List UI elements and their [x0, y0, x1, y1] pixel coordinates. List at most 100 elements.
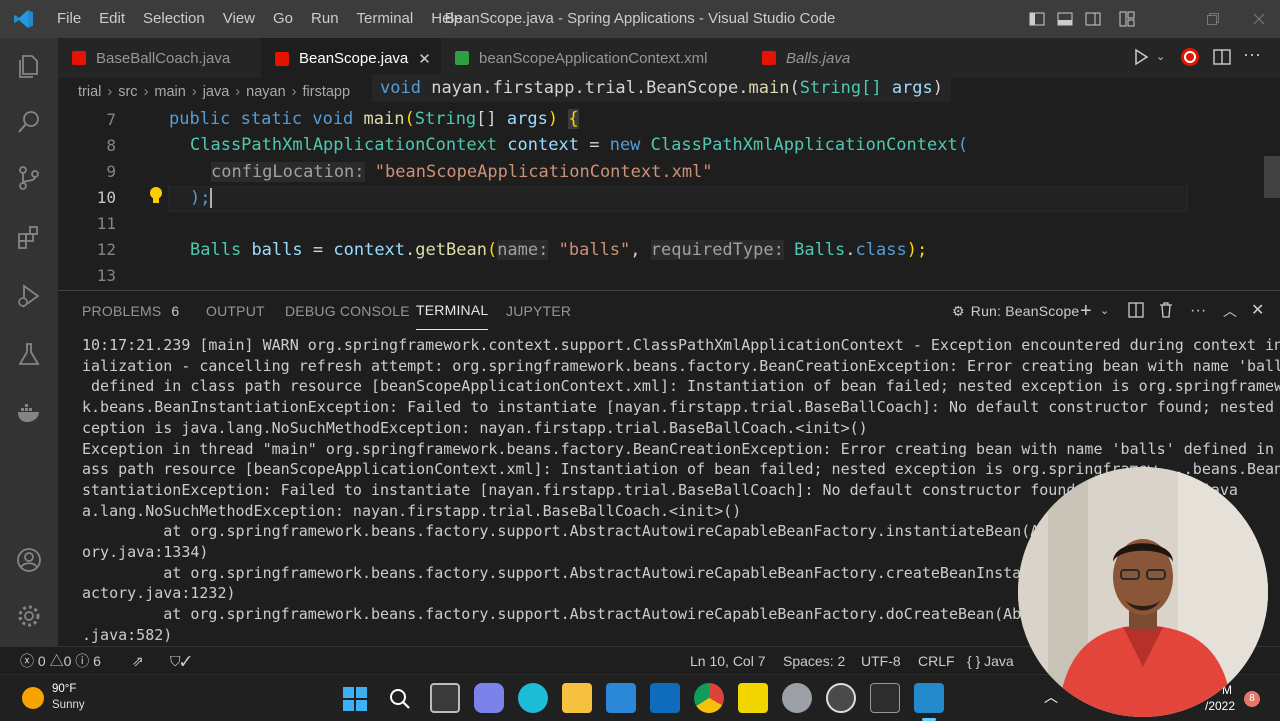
panel-more-actions-icon[interactable]: ···: [1190, 291, 1207, 331]
docker-icon[interactable]: [0, 388, 58, 436]
github-desktop-icon[interactable]: [826, 683, 856, 713]
end-of-line[interactable]: CRLF: [918, 647, 955, 675]
weather-condition[interactable]: Sunny: [52, 699, 85, 711]
file-explorer-icon[interactable]: [562, 683, 592, 713]
kill-terminal-trash-icon[interactable]: [1158, 302, 1174, 320]
menu-edit[interactable]: Edit: [90, 0, 134, 38]
run-dropdown-chevron-icon[interactable]: ⌄: [1156, 50, 1165, 63]
edge-browser-icon[interactable]: [518, 683, 548, 713]
source-control-icon[interactable]: [0, 154, 58, 202]
vscode-logo-icon: [0, 0, 48, 38]
warning-count: 0: [63, 653, 72, 669]
new-terminal-icon[interactable]: +: [1080, 291, 1092, 331]
lightbulb-icon[interactable]: [148, 186, 164, 211]
chrome-browser-icon[interactable]: [694, 683, 724, 713]
menu-view[interactable]: View: [214, 0, 264, 38]
problems-status[interactable]: ⓧ 0 △0 ⓘ 6: [20, 647, 101, 675]
task-view-icon[interactable]: [430, 683, 460, 713]
breadcrumb-item[interactable]: java: [203, 84, 230, 100]
customize-layout-icon[interactable]: [1112, 0, 1142, 38]
tab-debug-console[interactable]: DEBUG CONSOLE: [285, 291, 410, 331]
breadcrumb-item[interactable]: firstapp: [303, 84, 351, 100]
terminal-dropdown-chevron-icon[interactable]: ⌄: [1100, 291, 1109, 331]
tab-beanscope[interactable]: BeanScope.java ✕: [261, 38, 441, 78]
menu-help[interactable]: Help: [422, 0, 471, 38]
terminal-line: Exception in thread "main" org.springfra…: [82, 439, 1280, 458]
hover-signature-tooltip: void nayan.firstapp.trial.BeanScope.main…: [372, 74, 952, 102]
terminal-taskbar-icon[interactable]: [870, 683, 900, 713]
menu-terminal[interactable]: Terminal: [348, 0, 423, 38]
restore-icon[interactable]: [1190, 0, 1236, 38]
terminal-line: ialization - cancelling refresh attempt:…: [82, 356, 1280, 375]
cursor-position[interactable]: Ln 10, Col 7: [690, 647, 766, 675]
menu-go[interactable]: Go: [264, 0, 302, 38]
notification-badge[interactable]: 8: [1244, 691, 1260, 707]
code-line-10: );​: [190, 188, 213, 208]
explorer-icon[interactable]: [0, 42, 58, 90]
menu-selection[interactable]: Selection: [134, 0, 214, 38]
breadcrumb-item[interactable]: trial: [78, 84, 101, 100]
toggle-sidebar-icon[interactable]: [1022, 0, 1052, 38]
indentation[interactable]: Spaces: 2: [783, 647, 845, 675]
teams-chat-icon[interactable]: [474, 683, 504, 713]
terminal-line: ception is java.lang.NoSuchMethodExcepti…: [82, 418, 868, 437]
menu-file[interactable]: File: [48, 0, 90, 38]
settings-gear-icon[interactable]: [0, 592, 58, 640]
run-file-icon[interactable]: [1132, 48, 1150, 71]
encoding[interactable]: UTF-8: [861, 647, 901, 675]
stop-debug-icon[interactable]: [1180, 47, 1200, 72]
extensions-icon[interactable]: [0, 214, 58, 262]
search-taskbar-icon[interactable]: [388, 687, 412, 716]
account-icon[interactable]: [0, 536, 58, 584]
token: (: [957, 135, 968, 155]
tab-baseballcoach[interactable]: BaseBallCoach.java: [58, 38, 258, 78]
tab-terminal[interactable]: TERMINAL: [416, 291, 489, 330]
testing-icon[interactable]: [0, 330, 58, 378]
windows-start-icon[interactable]: [343, 687, 367, 716]
debug-gear-icon: ⚙: [952, 303, 965, 319]
toggle-panel-icon[interactable]: [1050, 0, 1080, 38]
microsoft-store-icon[interactable]: [606, 683, 636, 713]
tab-output[interactable]: OUTPUT: [206, 291, 265, 331]
breadcrumb-item[interactable]: src: [118, 84, 137, 100]
live-share-icon[interactable]: ⇗: [132, 647, 144, 675]
split-editor-icon[interactable]: [1213, 48, 1231, 71]
tab-jupyter[interactable]: JUPYTER: [506, 291, 571, 331]
close-window-icon[interactable]: [1236, 0, 1280, 38]
token: =: [589, 135, 600, 155]
token: class: [855, 240, 907, 260]
breadcrumb-item[interactable]: main: [154, 84, 185, 100]
menu-run[interactable]: Run: [302, 0, 348, 38]
tab-problems[interactable]: PROBLEMS 6: [82, 291, 179, 331]
toggle-secondary-sidebar-icon[interactable]: [1078, 0, 1108, 38]
search-icon[interactable]: [0, 98, 58, 146]
split-terminal-icon[interactable]: [1128, 302, 1144, 320]
breadcrumb-item[interactable]: nayan: [246, 84, 286, 100]
maximize-panel-chevron-up-icon[interactable]: ︿: [1223, 291, 1237, 331]
weather-temperature[interactable]: 90°F: [52, 683, 76, 695]
more-actions-icon[interactable]: ···: [1243, 44, 1261, 65]
show-hidden-icons-chevron-icon[interactable]: ︿: [1044, 687, 1058, 707]
line-number: 11: [96, 214, 116, 233]
clock-date[interactable]: /2022: [1205, 699, 1235, 713]
sig-param-type: String[]: [799, 78, 882, 98]
code-editor[interactable]: 7 8 9 10 11 12 13 public static void mai…: [58, 106, 1280, 290]
close-panel-icon[interactable]: ✕: [1251, 291, 1265, 331]
run-debug-icon[interactable]: [0, 272, 58, 320]
tab-balls[interactable]: Balls.java: [748, 38, 898, 78]
tab-beanscope-xml[interactable]: beanScopeApplicationContext.xml: [441, 38, 741, 78]
sunny-weather-icon[interactable]: [22, 687, 44, 709]
settings-taskbar-icon[interactable]: [782, 683, 812, 713]
shield-check-icon[interactable]: ⛉✓: [170, 647, 191, 675]
terminal-selector[interactable]: ⚙ Run: BeanScope: [952, 291, 1079, 331]
token: []: [476, 109, 497, 129]
sticky-notes-icon[interactable]: [738, 683, 768, 713]
token: ,: [630, 240, 641, 260]
line-number: 10: [96, 188, 116, 207]
vscode-taskbar-icon[interactable]: [914, 683, 944, 713]
language-mode[interactable]: { } Java: [967, 647, 1014, 675]
panel-tabs: PROBLEMS 6 OUTPUT DEBUG CONSOLE TERMINAL …: [58, 291, 1280, 331]
close-tab-icon[interactable]: ✕: [418, 50, 431, 68]
editor-scrollbar[interactable]: [1264, 156, 1280, 198]
mail-icon[interactable]: [650, 683, 680, 713]
